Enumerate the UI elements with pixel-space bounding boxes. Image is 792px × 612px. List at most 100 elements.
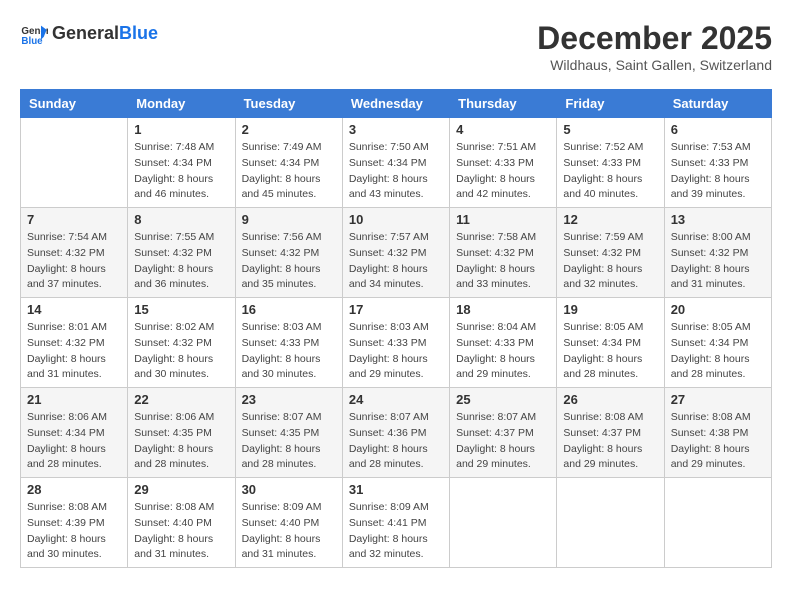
logo-icon: General Blue [20, 20, 48, 48]
day-number: 16 [242, 302, 336, 317]
day-number: 2 [242, 122, 336, 137]
week-row-5: 28 Sunrise: 8:08 AMSunset: 4:39 PMDaylig… [21, 478, 772, 568]
cell-info: Sunrise: 7:52 AMSunset: 4:33 PMDaylight:… [563, 140, 657, 203]
day-number: 14 [27, 302, 121, 317]
col-header-monday: Monday [128, 90, 235, 118]
cell-info: Sunrise: 7:57 AMSunset: 4:32 PMDaylight:… [349, 230, 443, 293]
cell-info: Sunrise: 8:05 AMSunset: 4:34 PMDaylight:… [671, 320, 765, 383]
day-number: 13 [671, 212, 765, 227]
day-number: 30 [242, 482, 336, 497]
cell-info: Sunrise: 7:50 AMSunset: 4:34 PMDaylight:… [349, 140, 443, 203]
week-row-4: 21 Sunrise: 8:06 AMSunset: 4:34 PMDaylig… [21, 388, 772, 478]
cell-info: Sunrise: 8:08 AMSunset: 4:38 PMDaylight:… [671, 410, 765, 473]
day-cell: 25 Sunrise: 8:07 AMSunset: 4:37 PMDaylig… [450, 388, 557, 478]
month-year: December 2025 [537, 20, 772, 57]
col-header-sunday: Sunday [21, 90, 128, 118]
cell-info: Sunrise: 7:48 AMSunset: 4:34 PMDaylight:… [134, 140, 228, 203]
day-cell: 8 Sunrise: 7:55 AMSunset: 4:32 PMDayligh… [128, 208, 235, 298]
cell-info: Sunrise: 8:01 AMSunset: 4:32 PMDaylight:… [27, 320, 121, 383]
day-number: 22 [134, 392, 228, 407]
day-cell: 18 Sunrise: 8:04 AMSunset: 4:33 PMDaylig… [450, 298, 557, 388]
cell-info: Sunrise: 8:08 AMSunset: 4:37 PMDaylight:… [563, 410, 657, 473]
day-cell: 13 Sunrise: 8:00 AMSunset: 4:32 PMDaylig… [664, 208, 771, 298]
cell-info: Sunrise: 7:59 AMSunset: 4:32 PMDaylight:… [563, 230, 657, 293]
day-cell: 10 Sunrise: 7:57 AMSunset: 4:32 PMDaylig… [342, 208, 449, 298]
col-header-thursday: Thursday [450, 90, 557, 118]
day-cell: 26 Sunrise: 8:08 AMSunset: 4:37 PMDaylig… [557, 388, 664, 478]
header-row: SundayMondayTuesdayWednesdayThursdayFrid… [21, 90, 772, 118]
col-header-friday: Friday [557, 90, 664, 118]
day-cell: 5 Sunrise: 7:52 AMSunset: 4:33 PMDayligh… [557, 118, 664, 208]
cell-info: Sunrise: 8:08 AMSunset: 4:39 PMDaylight:… [27, 500, 121, 563]
day-number: 15 [134, 302, 228, 317]
cell-info: Sunrise: 8:03 AMSunset: 4:33 PMDaylight:… [349, 320, 443, 383]
day-cell: 7 Sunrise: 7:54 AMSunset: 4:32 PMDayligh… [21, 208, 128, 298]
day-cell: 20 Sunrise: 8:05 AMSunset: 4:34 PMDaylig… [664, 298, 771, 388]
cell-info: Sunrise: 8:07 AMSunset: 4:36 PMDaylight:… [349, 410, 443, 473]
day-cell: 11 Sunrise: 7:58 AMSunset: 4:32 PMDaylig… [450, 208, 557, 298]
week-row-1: 1 Sunrise: 7:48 AMSunset: 4:34 PMDayligh… [21, 118, 772, 208]
day-number: 17 [349, 302, 443, 317]
day-number: 28 [27, 482, 121, 497]
day-cell: 28 Sunrise: 8:08 AMSunset: 4:39 PMDaylig… [21, 478, 128, 568]
cell-info: Sunrise: 7:56 AMSunset: 4:32 PMDaylight:… [242, 230, 336, 293]
day-number: 27 [671, 392, 765, 407]
day-number: 24 [349, 392, 443, 407]
cell-info: Sunrise: 8:04 AMSunset: 4:33 PMDaylight:… [456, 320, 550, 383]
cell-info: Sunrise: 8:06 AMSunset: 4:35 PMDaylight:… [134, 410, 228, 473]
day-number: 7 [27, 212, 121, 227]
cell-info: Sunrise: 8:06 AMSunset: 4:34 PMDaylight:… [27, 410, 121, 473]
cell-info: Sunrise: 8:03 AMSunset: 4:33 PMDaylight:… [242, 320, 336, 383]
location: Wildhaus, Saint Gallen, Switzerland [537, 57, 772, 73]
day-cell: 23 Sunrise: 8:07 AMSunset: 4:35 PMDaylig… [235, 388, 342, 478]
day-number: 4 [456, 122, 550, 137]
day-cell: 14 Sunrise: 8:01 AMSunset: 4:32 PMDaylig… [21, 298, 128, 388]
day-cell: 27 Sunrise: 8:08 AMSunset: 4:38 PMDaylig… [664, 388, 771, 478]
day-number: 26 [563, 392, 657, 407]
cell-info: Sunrise: 7:54 AMSunset: 4:32 PMDaylight:… [27, 230, 121, 293]
cell-info: Sunrise: 8:07 AMSunset: 4:37 PMDaylight:… [456, 410, 550, 473]
col-header-saturday: Saturday [664, 90, 771, 118]
day-number: 1 [134, 122, 228, 137]
day-cell: 15 Sunrise: 8:02 AMSunset: 4:32 PMDaylig… [128, 298, 235, 388]
day-cell: 6 Sunrise: 7:53 AMSunset: 4:33 PMDayligh… [664, 118, 771, 208]
logo: General Blue GeneralBlue [20, 20, 158, 48]
day-cell: 31 Sunrise: 8:09 AMSunset: 4:41 PMDaylig… [342, 478, 449, 568]
day-cell: 3 Sunrise: 7:50 AMSunset: 4:34 PMDayligh… [342, 118, 449, 208]
day-cell: 19 Sunrise: 8:05 AMSunset: 4:34 PMDaylig… [557, 298, 664, 388]
day-cell: 4 Sunrise: 7:51 AMSunset: 4:33 PMDayligh… [450, 118, 557, 208]
cell-info: Sunrise: 8:08 AMSunset: 4:40 PMDaylight:… [134, 500, 228, 563]
cell-info: Sunrise: 8:07 AMSunset: 4:35 PMDaylight:… [242, 410, 336, 473]
week-row-3: 14 Sunrise: 8:01 AMSunset: 4:32 PMDaylig… [21, 298, 772, 388]
day-cell: 16 Sunrise: 8:03 AMSunset: 4:33 PMDaylig… [235, 298, 342, 388]
day-cell: 2 Sunrise: 7:49 AMSunset: 4:34 PMDayligh… [235, 118, 342, 208]
cell-info: Sunrise: 7:51 AMSunset: 4:33 PMDaylight:… [456, 140, 550, 203]
day-number: 12 [563, 212, 657, 227]
day-number: 10 [349, 212, 443, 227]
day-cell: 22 Sunrise: 8:06 AMSunset: 4:35 PMDaylig… [128, 388, 235, 478]
cell-info: Sunrise: 7:49 AMSunset: 4:34 PMDaylight:… [242, 140, 336, 203]
col-header-wednesday: Wednesday [342, 90, 449, 118]
day-cell: 29 Sunrise: 8:08 AMSunset: 4:40 PMDaylig… [128, 478, 235, 568]
day-cell: 9 Sunrise: 7:56 AMSunset: 4:32 PMDayligh… [235, 208, 342, 298]
svg-text:Blue: Blue [21, 36, 43, 47]
day-number: 18 [456, 302, 550, 317]
day-number: 11 [456, 212, 550, 227]
cell-info: Sunrise: 7:58 AMSunset: 4:32 PMDaylight:… [456, 230, 550, 293]
day-number: 6 [671, 122, 765, 137]
day-cell: 30 Sunrise: 8:09 AMSunset: 4:40 PMDaylig… [235, 478, 342, 568]
day-cell: 24 Sunrise: 8:07 AMSunset: 4:36 PMDaylig… [342, 388, 449, 478]
cell-info: Sunrise: 8:05 AMSunset: 4:34 PMDaylight:… [563, 320, 657, 383]
cell-info: Sunrise: 8:02 AMSunset: 4:32 PMDaylight:… [134, 320, 228, 383]
day-number: 19 [563, 302, 657, 317]
day-cell: 21 Sunrise: 8:06 AMSunset: 4:34 PMDaylig… [21, 388, 128, 478]
day-cell [557, 478, 664, 568]
day-number: 25 [456, 392, 550, 407]
day-number: 23 [242, 392, 336, 407]
cell-info: Sunrise: 7:55 AMSunset: 4:32 PMDaylight:… [134, 230, 228, 293]
day-cell: 17 Sunrise: 8:03 AMSunset: 4:33 PMDaylig… [342, 298, 449, 388]
day-number: 5 [563, 122, 657, 137]
title-section: December 2025 Wildhaus, Saint Gallen, Sw… [537, 20, 772, 73]
cell-info: Sunrise: 8:09 AMSunset: 4:41 PMDaylight:… [349, 500, 443, 563]
day-number: 21 [27, 392, 121, 407]
